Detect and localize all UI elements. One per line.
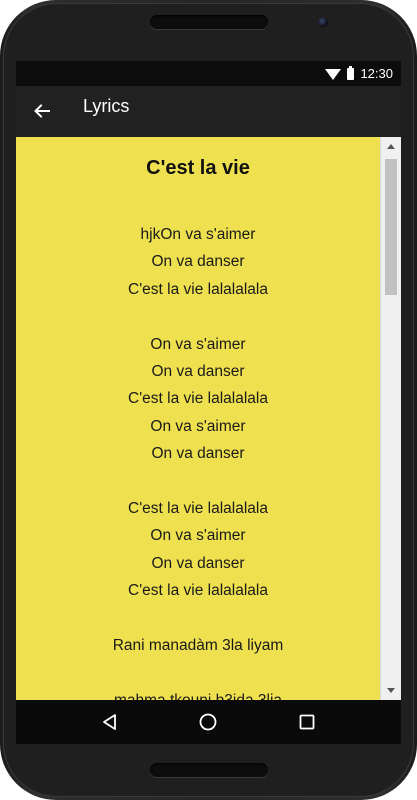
navigation-bar — [16, 700, 401, 744]
song-title: C'est la vie — [146, 157, 250, 179]
triangle-back-icon — [103, 714, 116, 730]
lyric-line: mahma tkouni b3ida 3lia — [16, 687, 380, 700]
phone-screen: 12:30 Lyrics C'est la vie hjkOn va s'aim… — [16, 61, 401, 744]
status-icons: 12:30 — [325, 61, 393, 86]
lyric-blank-line — [16, 468, 380, 495]
status-time: 12:30 — [360, 66, 393, 81]
lyric-line: On va danser — [151, 363, 245, 381]
lyric-line: hjkOn va s'aimer — [140, 226, 256, 243]
lyric-blank-line — [16, 303, 380, 330]
lyric-line: Rani manadàm 3la liyam — [112, 637, 284, 655]
lyric-line: On va s'aimer — [150, 335, 246, 353]
lyrics-text: hjkOn va s'aimer On va danser C'est la vie… — [16, 221, 380, 700]
circle-home-icon — [199, 713, 217, 731]
toolbar-title: Lyrics — [83, 96, 130, 116]
lyric-line: C'est la vie lalalalala — [128, 582, 268, 600]
nav-recent-button[interactable] — [296, 711, 318, 733]
scroll-down-arrow-icon[interactable] — [387, 688, 395, 693]
scroll-thumb[interactable] — [385, 159, 397, 295]
wifi-icon — [325, 68, 342, 80]
arrow-back-icon — [34, 104, 50, 118]
lyric-blank-line — [16, 659, 380, 686]
lyric-line: C'est la vie lalalalala — [128, 280, 268, 298]
lyric-line: On va danser — [151, 445, 245, 463]
lyric-blank-line — [16, 605, 380, 632]
back-button[interactable] — [28, 97, 56, 125]
battery-icon — [347, 65, 355, 80]
lyric-line: On va s'aimer — [150, 417, 246, 435]
phone-frame: 12:30 Lyrics C'est la vie hjkOn va s'aim… — [0, 0, 417, 800]
app-toolbar: Lyrics — [16, 86, 401, 137]
front-camera — [318, 17, 328, 27]
bottom-speaker-grille — [150, 763, 268, 777]
nav-home-button[interactable] — [197, 711, 219, 733]
scrollbar[interactable] — [380, 137, 401, 700]
lyric-line: C'est la vie lalalalala — [128, 390, 268, 408]
lyric-line: On va danser — [151, 253, 245, 271]
lyrics-content[interactable]: C'est la vie hjkOn va s'aimer On va danse… — [16, 137, 401, 700]
lyric-line: On va s'aimer — [150, 527, 246, 545]
nav-back-button[interactable] — [99, 711, 121, 733]
lyric-line: C'est la vie lalalalala — [128, 500, 268, 518]
scroll-up-arrow-icon[interactable] — [387, 144, 395, 149]
top-speaker-grille — [150, 15, 268, 29]
square-recent-icon — [299, 714, 315, 730]
status-bar: 12:30 — [16, 61, 401, 86]
lyric-line: On va danser — [151, 554, 245, 572]
